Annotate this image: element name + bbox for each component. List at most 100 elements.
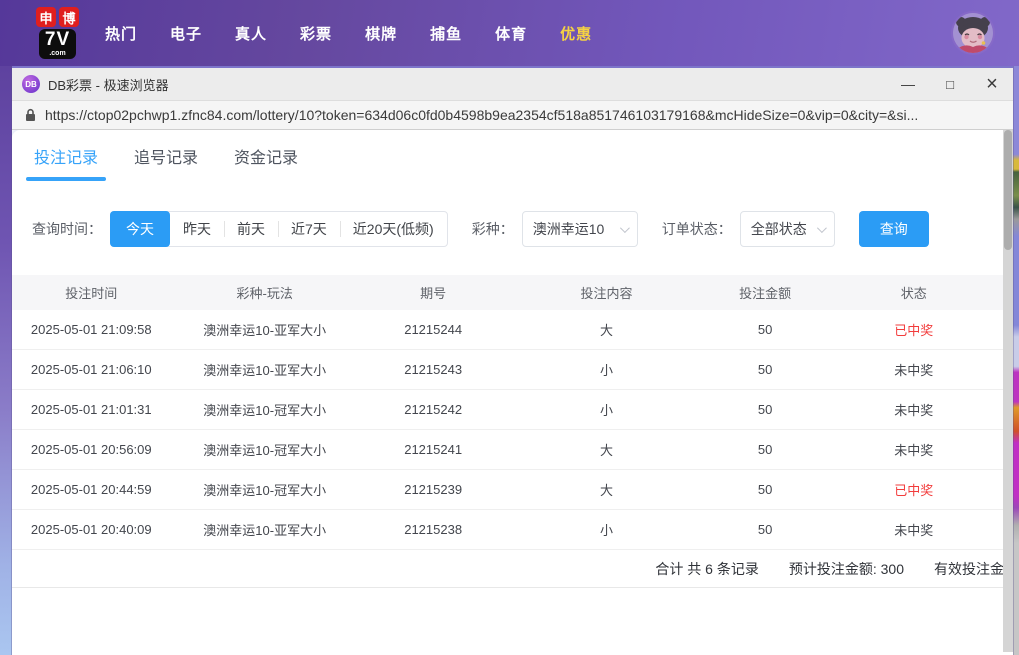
lottery-select-value: 澳洲幸运10 bbox=[532, 221, 605, 237]
status-badge: 未中奖 bbox=[894, 443, 934, 458]
scrollbar-thumb[interactable] bbox=[1004, 130, 1012, 250]
table-row[interactable]: 2025-05-01 20:56:09 澳洲幸运10-冠军大小 21215241… bbox=[12, 430, 1003, 470]
tab-bet-records[interactable]: 投注记录 bbox=[26, 144, 107, 181]
status-badge: 已中奖 bbox=[894, 323, 934, 338]
time-option-day-before[interactable]: 前天 bbox=[224, 212, 278, 246]
status-badge: 已中奖 bbox=[894, 483, 934, 498]
order-status-value: 全部状态 bbox=[750, 221, 807, 237]
summary-expected-bet: 预计投注金额: 300 bbox=[788, 560, 904, 577]
col-status: 状态 bbox=[900, 286, 927, 301]
minimize-icon[interactable]: — bbox=[887, 68, 929, 100]
col-game-play: 彩种-玩法 bbox=[236, 286, 293, 301]
search-button[interactable]: 查询 bbox=[858, 211, 929, 247]
nav-item-slots[interactable]: 电子 bbox=[170, 23, 202, 44]
nav-item-sports[interactable]: 体育 bbox=[495, 23, 527, 44]
active-tab-underline bbox=[26, 177, 107, 181]
cell-game-play: 澳洲幸运10-冠军大小 bbox=[203, 403, 327, 418]
time-option-yesterday[interactable]: 昨天 bbox=[170, 212, 224, 246]
nav-item-live[interactable]: 真人 bbox=[235, 23, 267, 44]
cell-bet-time: 2025-05-01 20:44:59 bbox=[30, 482, 152, 497]
chevron-down-icon bbox=[619, 222, 630, 233]
cell-game-play: 澳洲幸运10-冠军大小 bbox=[203, 483, 327, 498]
user-avatar[interactable] bbox=[953, 13, 993, 53]
time-option-last-20-days[interactable]: 近20天(低频) bbox=[339, 212, 447, 246]
tab-bet-records-label: 投注记录 bbox=[34, 150, 99, 167]
time-filter: 查询时间： 今天 昨天 前天 近7天 近20天(低频) bbox=[32, 211, 448, 247]
cell-bet-content: 小 bbox=[600, 403, 614, 418]
logo-wordmark: 7V .com bbox=[38, 29, 77, 59]
time-filter-label: 查询时间： bbox=[32, 221, 102, 237]
nav-item-lottery[interactable]: 彩票 bbox=[300, 23, 332, 44]
nav-item-hot[interactable]: 热门 bbox=[105, 23, 137, 44]
nav-item-cards[interactable]: 棋牌 bbox=[365, 23, 397, 44]
cell-bet-amount: 50 bbox=[757, 402, 773, 417]
filter-bar: 查询时间： 今天 昨天 前天 近7天 近20天(低频) 彩种： 澳洲幸运10 订… bbox=[32, 211, 1003, 247]
table-row[interactable]: 2025-05-01 21:01:31 澳洲幸运10-冠军大小 21215242… bbox=[12, 390, 1003, 430]
table-row[interactable]: 2025-05-01 21:06:10 澳洲幸运10-亚军大小 21215243… bbox=[12, 350, 1003, 390]
page-viewport: 投注记录 追号记录 资金记录 查询时间： 今天 昨天 前天 近7天 近20天(低… bbox=[12, 130, 1013, 652]
table-row[interactable]: 2025-05-01 20:44:59 澳洲幸运10-冠军大小 21215239… bbox=[12, 470, 1003, 510]
time-option-today[interactable]: 今天 bbox=[110, 211, 170, 247]
browser-favicon: DB bbox=[22, 75, 40, 93]
screen: 申 博 7V .com 热门 电子 真人 彩票 棋牌 捕鱼 体育 优惠 DB D… bbox=[0, 0, 1019, 655]
nav-item-fishing[interactable]: 捕鱼 bbox=[430, 23, 462, 44]
window-title: DB彩票 - 极速浏览器 bbox=[48, 77, 169, 93]
cell-bet-time: 2025-05-01 21:09:58 bbox=[30, 322, 152, 337]
cell-bet-amount: 50 bbox=[757, 442, 773, 457]
cell-bet-amount: 50 bbox=[757, 482, 773, 497]
lottery-filter: 彩种： 澳洲幸运10 bbox=[472, 211, 638, 247]
time-option-last-7-days[interactable]: 近7天 bbox=[278, 212, 340, 246]
maximize-icon[interactable]: □ bbox=[929, 68, 971, 100]
cell-bet-amount: 50 bbox=[757, 362, 773, 377]
col-bet-content: 投注内容 bbox=[580, 286, 633, 301]
cell-bet-content: 大 bbox=[600, 323, 614, 338]
tab-chase-records[interactable]: 追号记录 bbox=[134, 144, 198, 181]
cell-bet-time: 2025-05-01 20:56:09 bbox=[30, 442, 152, 457]
cell-bet-content: 小 bbox=[600, 363, 614, 378]
cell-issue: 21215243 bbox=[404, 362, 463, 377]
vertical-scrollbar[interactable] bbox=[1003, 130, 1013, 652]
lottery-select[interactable]: 澳洲幸运10 bbox=[521, 211, 638, 247]
cell-bet-amount: 50 bbox=[757, 522, 773, 537]
browser-window: DB DB彩票 - 极速浏览器 — □ × https://ctop02pchw… bbox=[12, 66, 1013, 655]
time-range-group: 今天 昨天 前天 近7天 近20天(低频) bbox=[110, 211, 448, 247]
page-content: 投注记录 追号记录 资金记录 查询时间： 今天 昨天 前天 近7天 近20天(低… bbox=[12, 130, 1004, 652]
cell-game-play: 澳洲幸运10-亚军大小 bbox=[203, 363, 327, 378]
order-status-filter: 订单状态： 全部状态 bbox=[662, 211, 835, 247]
cell-issue: 21215242 bbox=[404, 402, 463, 417]
browser-titlebar[interactable]: DB DB彩票 - 极速浏览器 — □ × bbox=[12, 66, 1013, 100]
logo-badge-right: 博 bbox=[59, 7, 79, 27]
cell-issue: 21215238 bbox=[404, 522, 463, 537]
cell-issue: 21215239 bbox=[404, 482, 463, 497]
cell-bet-time: 2025-05-01 21:06:10 bbox=[30, 362, 152, 377]
nav-item-promos[interactable]: 优惠 bbox=[560, 23, 592, 44]
cell-game-play: 澳洲幸运10-冠军大小 bbox=[203, 443, 327, 458]
site-top-nav: 申 博 7V .com 热门 电子 真人 彩票 棋牌 捕鱼 体育 优惠 bbox=[0, 0, 1019, 66]
order-status-select[interactable]: 全部状态 bbox=[739, 211, 835, 247]
browser-urlbar[interactable]: https://ctop02pchwp1.zfnc84.com/lottery/… bbox=[12, 100, 1013, 130]
tab-fund-records[interactable]: 资金记录 bbox=[234, 144, 298, 181]
table-row[interactable]: 2025-05-01 20:40:09 澳洲幸运10-亚军大小 21215238… bbox=[12, 510, 1003, 550]
table-row[interactable]: 2025-05-01 21:09:58 澳洲幸运10-亚军大小 21215244… bbox=[12, 310, 1003, 350]
summary-total-count: 合计 共 6 条记录 bbox=[655, 560, 759, 577]
cell-bet-time: 2025-05-01 20:40:09 bbox=[30, 522, 152, 537]
url-text[interactable]: https://ctop02pchwp1.zfnc84.com/lottery/… bbox=[45, 107, 1005, 123]
logo-badges: 申 博 bbox=[36, 7, 79, 27]
lottery-filter-label: 彩种： bbox=[471, 221, 514, 237]
cell-bet-content: 大 bbox=[600, 443, 614, 458]
tab-fund-records-label: 资金记录 bbox=[234, 150, 299, 167]
chevron-down-icon bbox=[816, 222, 827, 233]
col-issue: 期号 bbox=[420, 286, 447, 301]
lock-icon bbox=[26, 108, 35, 121]
background-page-left-strip bbox=[0, 66, 12, 655]
cell-bet-content: 小 bbox=[600, 523, 614, 538]
cell-bet-amount: 50 bbox=[757, 322, 773, 337]
close-icon[interactable]: × bbox=[971, 68, 1013, 100]
cell-game-play: 澳洲幸运10-亚军大小 bbox=[203, 323, 327, 338]
record-tabs: 投注记录 追号记录 资金记录 bbox=[12, 130, 1003, 181]
logo-subtext: .com bbox=[49, 50, 66, 57]
status-badge: 未中奖 bbox=[894, 363, 934, 378]
table-summary-row: 合计 共 6 条记录 预计投注金额: 300 有效投注金 bbox=[12, 550, 1004, 588]
site-logo[interactable]: 申 博 7V .com bbox=[36, 7, 79, 59]
status-badge: 未中奖 bbox=[894, 523, 934, 538]
